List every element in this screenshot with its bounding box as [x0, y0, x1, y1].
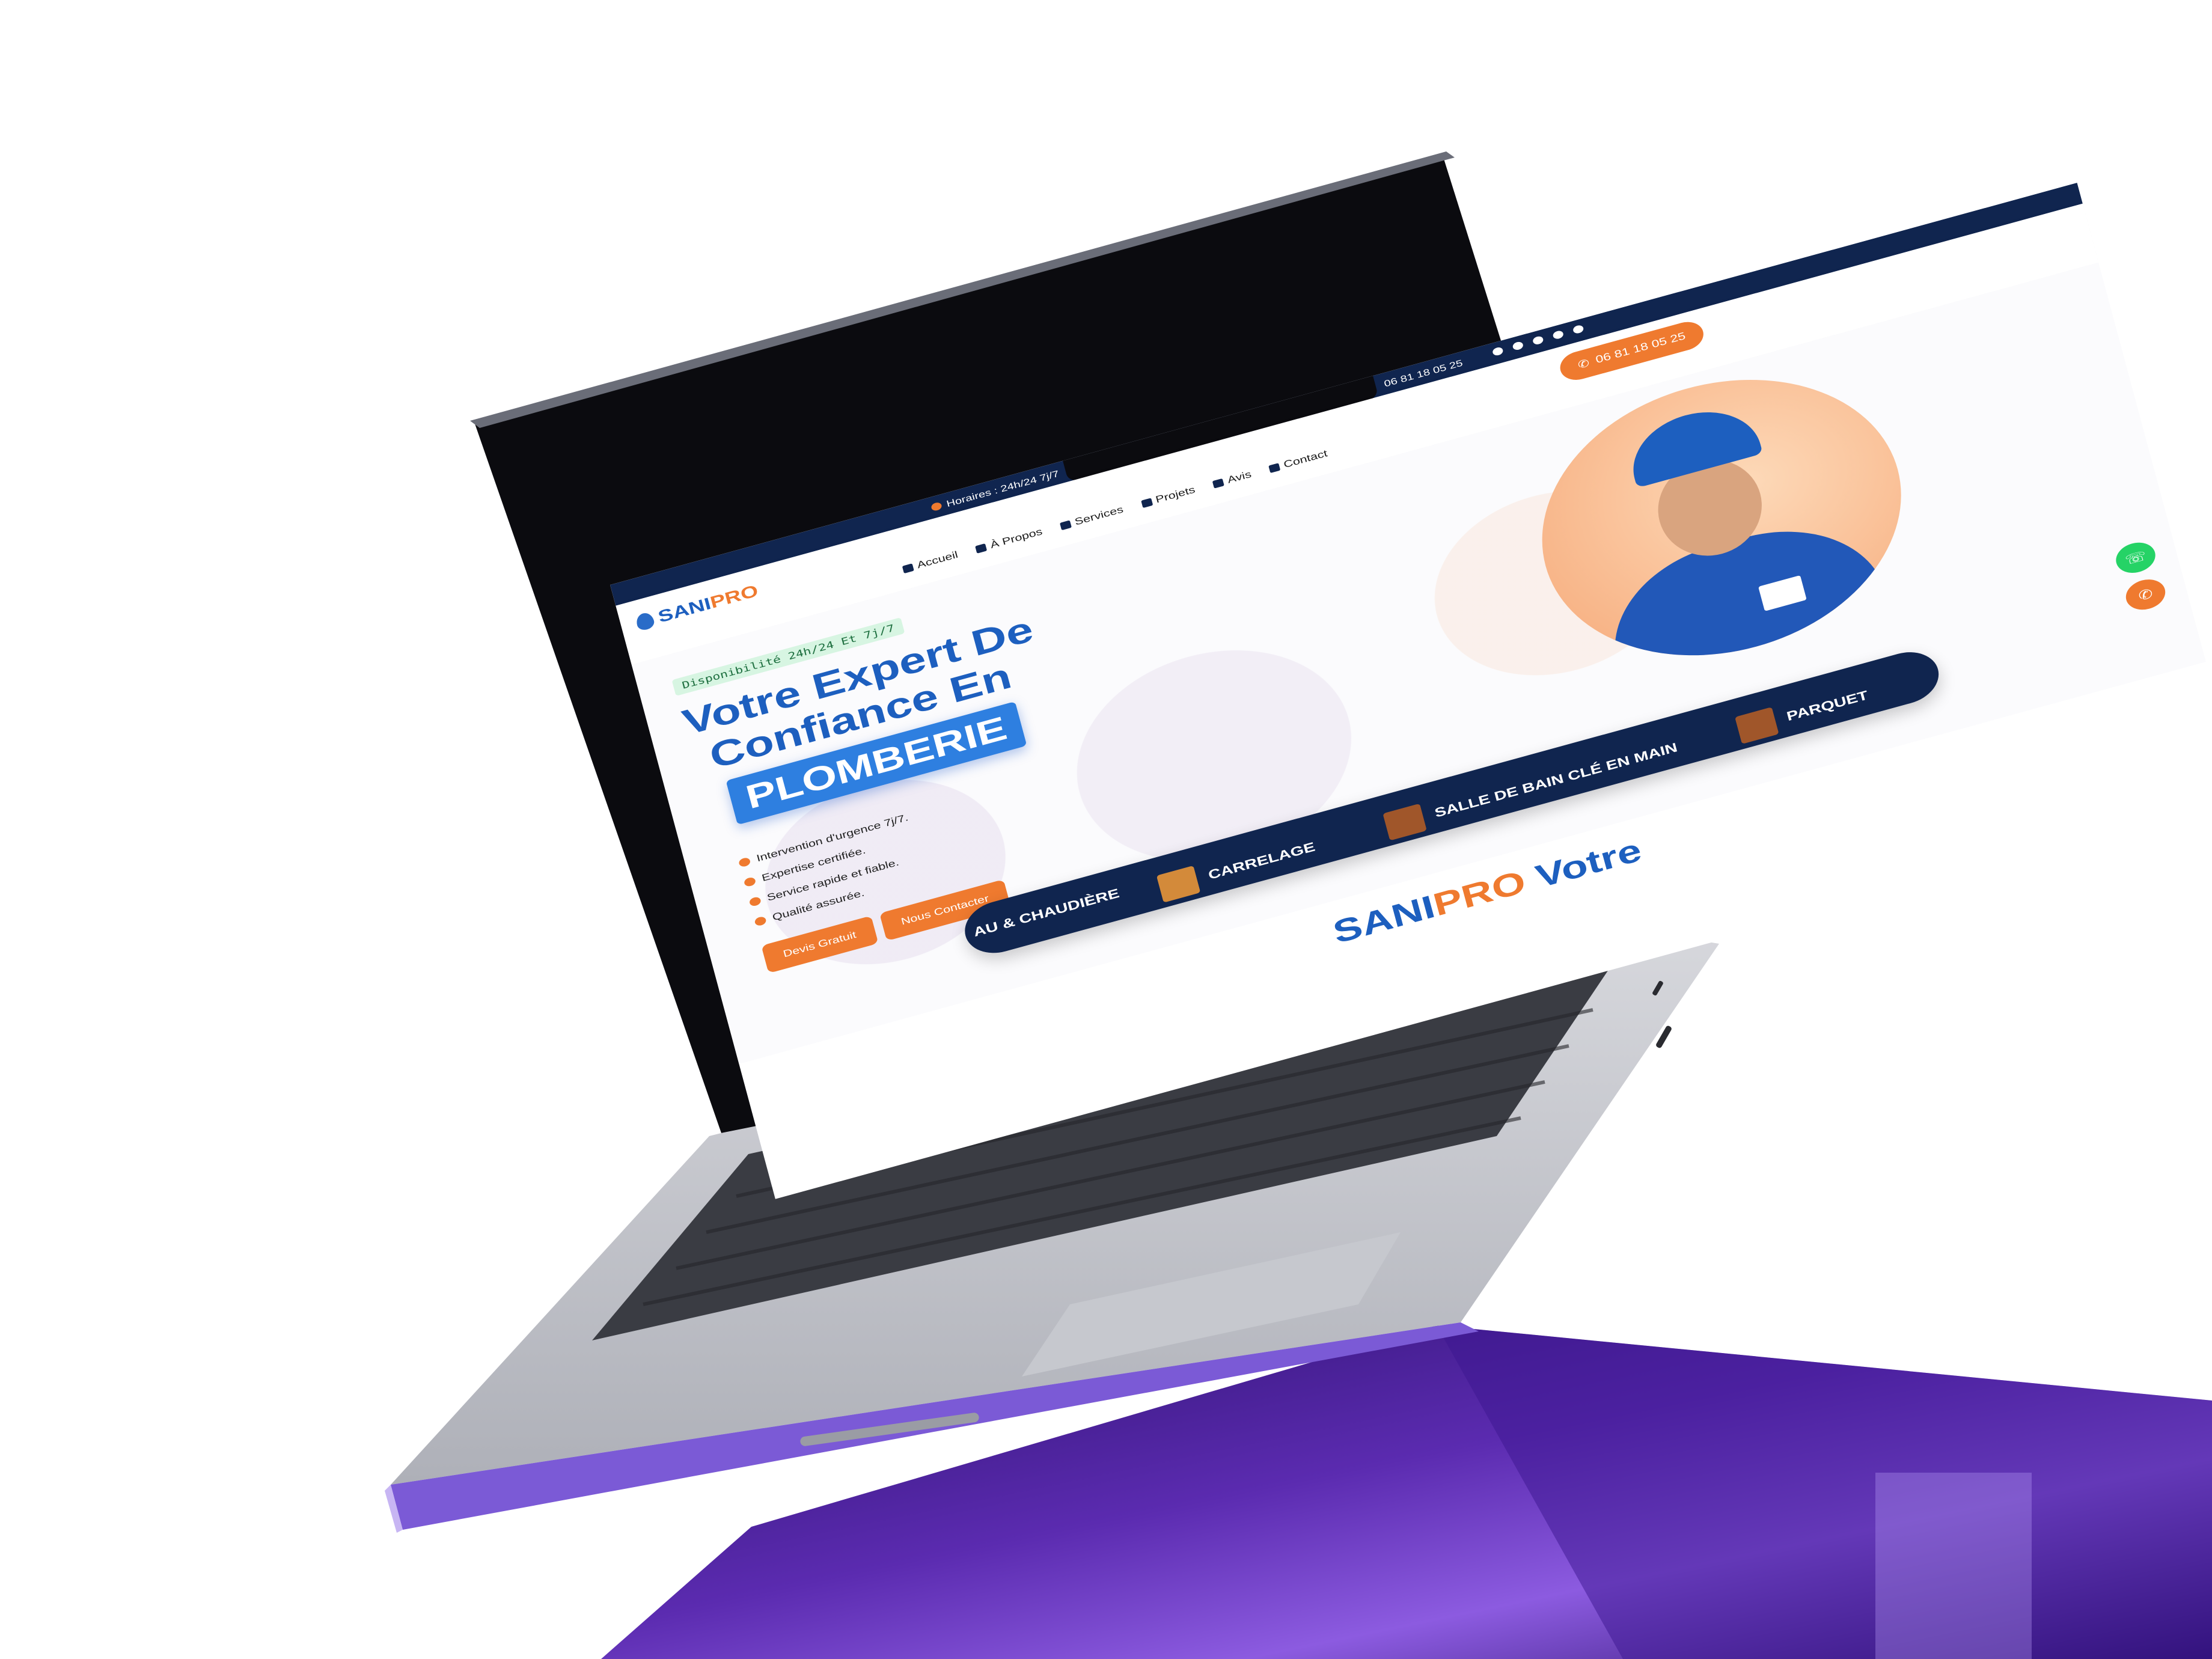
logo-text-pro: PRO — [707, 581, 760, 613]
phone-icon: ✆ — [1577, 358, 1591, 371]
nav-label: Accueil — [915, 549, 959, 571]
hammer-icon — [1140, 497, 1153, 508]
water-drop-icon — [634, 611, 656, 632]
nav-item-projets[interactable]: Projets — [1140, 484, 1196, 510]
briefcase-icon — [1059, 519, 1072, 530]
whatsapp-icon[interactable] — [1552, 329, 1565, 340]
check-icon — [748, 896, 762, 907]
mail-icon — [1268, 462, 1281, 473]
facebook-icon[interactable] — [1512, 341, 1524, 351]
tiktok-icon[interactable] — [1491, 346, 1504, 357]
nav-label: Contact — [1282, 448, 1329, 471]
nav-item-services[interactable]: Services — [1059, 504, 1125, 531]
tile-icon — [1156, 865, 1201, 903]
check-icon — [738, 856, 751, 868]
nav-label: À Propos — [989, 526, 1044, 551]
section-title-sani: SANI — [1329, 888, 1439, 951]
logo-text-sani: SANI — [656, 593, 713, 627]
user-icon — [975, 543, 988, 554]
nav-label: Projets — [1154, 484, 1197, 506]
check-icon — [743, 876, 757, 887]
header-phone-label: 06 81 18 05 25 — [1594, 331, 1687, 366]
home-icon — [902, 563, 914, 573]
nav-item-a-propos[interactable]: À Propos — [975, 526, 1043, 554]
clock-icon — [930, 501, 943, 512]
whatsapp-icon: ☏ — [2123, 548, 2148, 568]
nav-item-contact[interactable]: Contact — [1268, 448, 1328, 474]
nav-label: Avis — [1226, 469, 1253, 486]
whatsapp-float-button[interactable]: ☏ — [2112, 538, 2159, 578]
section-title-pro: PRO — [1429, 863, 1530, 923]
call-float-button[interactable]: ✆ — [2122, 575, 2169, 614]
instagram-icon[interactable] — [1532, 335, 1544, 346]
check-icon — [754, 915, 767, 927]
phone-icon: ✆ — [2136, 586, 2155, 604]
nav-label: Services — [1073, 504, 1125, 528]
bathroom-icon — [1382, 803, 1427, 841]
nav-item-accueil[interactable]: Accueil — [902, 549, 959, 575]
star-icon — [1212, 478, 1225, 489]
nav-item-avis[interactable]: Avis — [1212, 469, 1253, 490]
location-icon[interactable] — [1572, 324, 1584, 335]
parquet-icon — [1735, 707, 1779, 744]
